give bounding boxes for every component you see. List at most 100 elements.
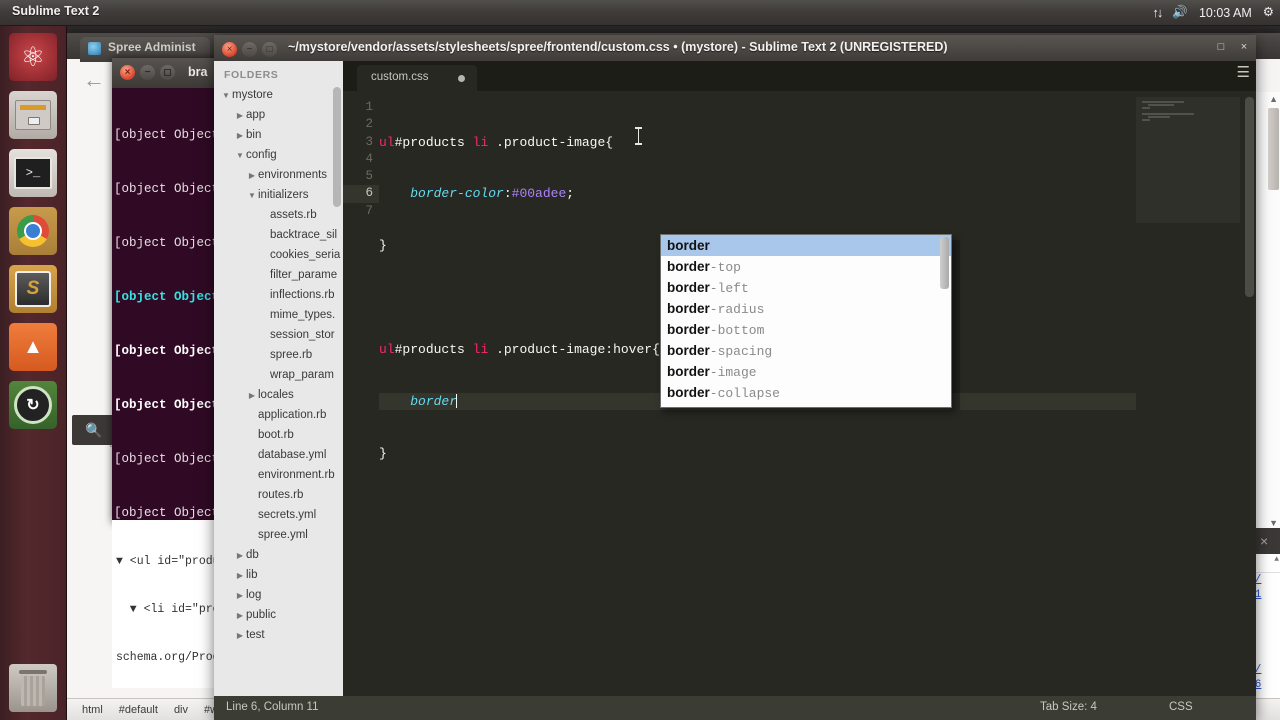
launcher-trash[interactable]: [9, 664, 57, 712]
breadcrumb-item-html[interactable]: html: [74, 702, 111, 718]
maximize-icon[interactable]: ◻: [160, 65, 175, 80]
clock[interactable]: 10:03 AM: [1199, 6, 1252, 20]
sidebar-item-environments[interactable]: environments: [214, 165, 343, 185]
sidebar-item-routes-rb[interactable]: routes.rb: [214, 485, 343, 505]
chevron-down-icon[interactable]: [246, 186, 258, 205]
sidebar-item-cookies-serializer[interactable]: cookies_seria: [214, 245, 343, 265]
sidebar-item-mystore[interactable]: mystore: [214, 85, 343, 105]
sidebar-item-mime-types[interactable]: mime_types.: [214, 305, 343, 325]
close-icon[interactable]: ×: [120, 65, 135, 80]
sidebar-item-secrets-yml[interactable]: secrets.yml: [214, 505, 343, 525]
sidebar-item-test[interactable]: test: [214, 625, 343, 645]
chevron-right-icon[interactable]: [234, 126, 246, 145]
scroll-up-arrow-icon[interactable]: ▲: [1274, 555, 1279, 564]
sidebar-item-inflections-rb[interactable]: inflections.rb: [214, 285, 343, 305]
sidebar-item-boot-rb[interactable]: boot.rb: [214, 425, 343, 445]
sidebar-item-log[interactable]: log: [214, 585, 343, 605]
sublime-titlebar[interactable]: × − □ ~/mystore/vendor/assets/stylesheet…: [214, 35, 1256, 62]
sidebar-scrollbar[interactable]: [333, 87, 341, 207]
sidebar-item-lib[interactable]: lib: [214, 565, 343, 585]
browser-back-button[interactable]: ←: [72, 63, 116, 97]
sidebar-item-spree-yml[interactable]: spree.yml: [214, 525, 343, 545]
launcher-chrome[interactable]: [9, 207, 57, 255]
chevron-down-icon[interactable]: [234, 146, 246, 165]
autocomplete-scrollbar[interactable]: [940, 237, 949, 289]
active-app-title[interactable]: Sublime Text 2: [12, 4, 99, 18]
menu-hamburger-icon[interactable]: ☰: [1237, 63, 1250, 81]
autocomplete-item-border-radius[interactable]: border-radius: [661, 298, 951, 319]
sidebar-item-locales[interactable]: locales: [214, 385, 343, 405]
launcher-amazon[interactable]: ▲: [9, 323, 57, 371]
power-gear-icon[interactable]: ⚙: [1263, 6, 1274, 19]
autocomplete-popup[interactable]: border border-top border-left border-rad…: [660, 234, 952, 408]
sidebar-item-session-store[interactable]: session_stor: [214, 325, 343, 345]
launcher-sublime-text[interactable]: S: [9, 265, 57, 313]
search-icon[interactable]: 🔍: [72, 415, 116, 445]
sidebar-item-database-yml[interactable]: database.yml: [214, 445, 343, 465]
sublime-text-window[interactable]: × − □ ~/mystore/vendor/assets/stylesheet…: [214, 35, 1256, 720]
sidebar-item-config[interactable]: config: [214, 145, 343, 165]
chevron-right-icon[interactable]: [234, 546, 246, 565]
editor-tabbar[interactable]: custom.css: [343, 61, 1256, 91]
system-indicators[interactable]: ↑↓ 🔊 10:03 AM ⚙: [1152, 0, 1274, 25]
sidebar-item-db[interactable]: db: [214, 545, 343, 565]
sidebar-item-backtrace-silencers[interactable]: backtrace_sil: [214, 225, 343, 245]
close-icon[interactable]: ×: [1260, 533, 1268, 549]
tab-size-setting[interactable]: Tab Size: 4: [1040, 701, 1097, 713]
sidebar-item-environment-rb[interactable]: environment.rb: [214, 465, 343, 485]
launcher-ubuntu-dash[interactable]: ⚛: [9, 33, 57, 81]
chevron-right-icon[interactable]: [234, 106, 246, 125]
chevron-right-icon[interactable]: [234, 586, 246, 605]
terminal-window-buttons[interactable]: × − ◻: [120, 65, 175, 80]
launcher-software-updater[interactable]: ↻: [9, 381, 57, 429]
volume-icon[interactable]: 🔊: [1172, 6, 1188, 19]
sidebar-item-initializers[interactable]: initializers: [214, 185, 343, 205]
sidebar-item-public[interactable]: public: [214, 605, 343, 625]
autocomplete-item-border-spacing[interactable]: border-spacing: [661, 340, 951, 361]
minimize-icon[interactable]: −: [242, 42, 257, 57]
tree-label: test: [246, 629, 265, 641]
tree-label: spree.yml: [258, 529, 308, 541]
sidebar-item-app[interactable]: app: [214, 105, 343, 125]
autocomplete-item-border-top[interactable]: border-top: [661, 256, 951, 277]
devtools-sidebar-scrollbar[interactable]: [1268, 108, 1279, 190]
scroll-up-arrow-icon[interactable]: ▲: [1269, 94, 1278, 104]
chevron-right-icon[interactable]: [234, 606, 246, 625]
chevron-right-icon[interactable]: [246, 166, 258, 185]
sidebar-item-filter-parameters[interactable]: filter_parame: [214, 265, 343, 285]
editor-minimap[interactable]: [1136, 91, 1240, 720]
chevron-right-icon[interactable]: [234, 626, 246, 645]
chevron-right-icon[interactable]: [246, 386, 258, 405]
tab-custom-css[interactable]: custom.css: [357, 65, 477, 91]
launcher-terminal[interactable]: >_: [9, 149, 57, 197]
maximize-icon[interactable]: □: [262, 42, 277, 57]
sidebar-item-application-rb[interactable]: application.rb: [214, 405, 343, 425]
launcher-files[interactable]: [9, 91, 57, 139]
breadcrumb-item-default[interactable]: #default: [111, 702, 166, 718]
sidebar-item-spree-rb[interactable]: spree.rb: [214, 345, 343, 365]
sidebar-item-assets-rb[interactable]: assets.rb: [214, 205, 343, 225]
sublime-window-buttons[interactable]: × − □: [222, 42, 277, 57]
sidebar-item-wrap-parameters[interactable]: wrap_param: [214, 365, 343, 385]
autocomplete-item-border[interactable]: border: [661, 235, 951, 256]
autocomplete-item-border-collapse[interactable]: border-collapse: [661, 382, 951, 403]
autocomplete-item-border-bottom[interactable]: border-bottom: [661, 319, 951, 340]
minimize-icon[interactable]: −: [140, 65, 155, 80]
syntax-mode[interactable]: CSS: [1169, 701, 1193, 713]
breadcrumb-item-div[interactable]: div: [166, 702, 196, 718]
ubuntu-top-panel[interactable]: Sublime Text 2 ↑↓ 🔊 10:03 AM ⚙: [0, 0, 1280, 26]
chevron-down-icon[interactable]: [220, 86, 232, 105]
sidebar-item-bin[interactable]: bin: [214, 125, 343, 145]
close-window-icon[interactable]: ×: [1236, 39, 1252, 55]
unity-launcher[interactable]: ⚛ >_ S ▲ ↻: [0, 25, 67, 720]
sidebar-file-tree[interactable]: FOLDERS mystore app bin config environme…: [214, 61, 343, 720]
chevron-right-icon[interactable]: [234, 566, 246, 585]
autocomplete-item-border-left[interactable]: border-left: [661, 277, 951, 298]
network-updown-icon[interactable]: ↑↓: [1152, 6, 1163, 19]
scroll-down-arrow-icon[interactable]: ▼: [1269, 518, 1278, 528]
close-icon[interactable]: ×: [222, 42, 237, 57]
restore-window-icon[interactable]: □: [1213, 39, 1229, 55]
editor-scrollbar[interactable]: [1245, 97, 1254, 297]
unsaved-indicator-icon[interactable]: [458, 75, 465, 82]
autocomplete-item-border-image[interactable]: border-image: [661, 361, 951, 382]
